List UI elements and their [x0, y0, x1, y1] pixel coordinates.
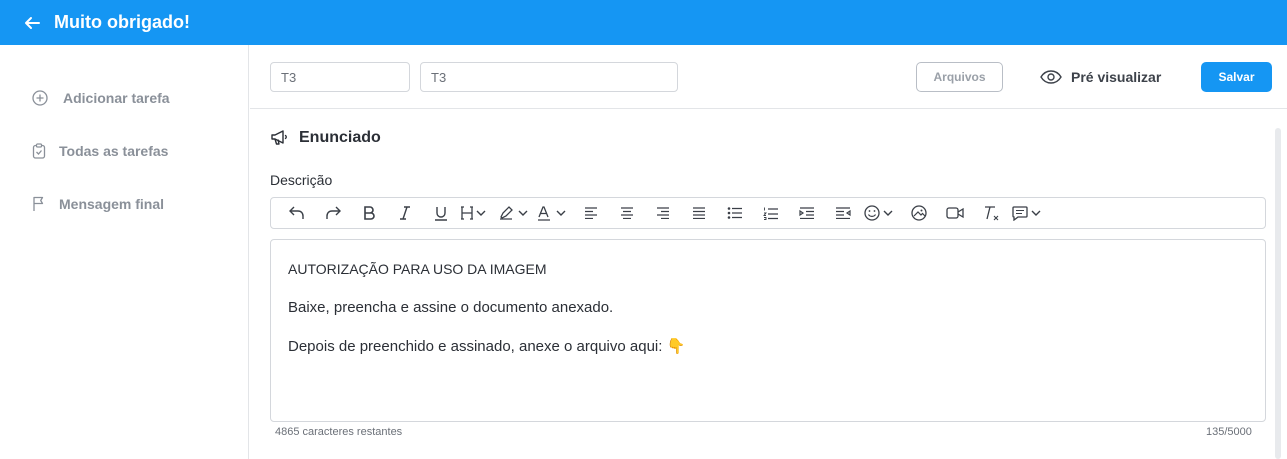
highlight-dropdown-icon[interactable]: [497, 198, 535, 228]
form-toolbar: T3 T3 Arquivos Pré visualizar Salvar: [250, 45, 1287, 109]
bold-icon[interactable]: [351, 198, 387, 228]
comment-dropdown-icon[interactable]: [1009, 198, 1049, 228]
preview-button[interactable]: Pré visualizar: [1040, 62, 1161, 92]
editor-paragraph-text: Depois de preenchido e assinado, anexe o…: [288, 338, 663, 355]
plus-circle-icon: [32, 90, 48, 106]
undo-icon[interactable]: [279, 198, 315, 228]
heading-dropdown-icon[interactable]: [459, 198, 497, 228]
remaining-characters: 4865 caracteres restantes: [275, 426, 403, 438]
top-bar: Muito obrigado!: [0, 0, 1287, 45]
sidebar-item-label: Todas as tarefas: [59, 143, 169, 159]
preview-button-label: Pré visualizar: [1071, 69, 1162, 85]
redo-icon[interactable]: [315, 198, 351, 228]
eye-icon: [1040, 70, 1062, 84]
numbered-list-icon[interactable]: [753, 198, 789, 228]
clear-format-icon[interactable]: [973, 198, 1009, 228]
emoji-dropdown-icon[interactable]: [861, 198, 901, 228]
description-label: Descrição: [270, 172, 333, 188]
image-icon[interactable]: [901, 198, 937, 228]
bullet-list-icon[interactable]: [717, 198, 753, 228]
code-input[interactable]: T3: [270, 62, 410, 92]
text-color-dropdown-icon[interactable]: [535, 198, 573, 228]
code-input-value: T3: [281, 69, 297, 85]
editor-paragraph: AUTORIZAÇÃO PARA USO DA IMAGEM: [288, 261, 547, 277]
clipboard-check-icon: [32, 143, 46, 159]
files-button[interactable]: Arquivos: [916, 62, 1003, 92]
title-input-value: T3: [431, 69, 447, 85]
sidebar-item-final-message[interactable]: Mensagem final: [32, 196, 164, 212]
main-content: T3 T3 Arquivos Pré visualizar Salvar Enu…: [250, 45, 1287, 459]
flag-icon: [33, 196, 44, 211]
underline-icon[interactable]: [423, 198, 459, 228]
align-justify-icon[interactable]: [681, 198, 717, 228]
save-button[interactable]: Salvar: [1201, 62, 1272, 92]
sidebar-item-all-tasks[interactable]: Todas as tarefas: [32, 143, 168, 159]
sidebar-item-label: Adicionar tarefa: [63, 90, 170, 106]
italic-icon[interactable]: [387, 198, 423, 228]
video-icon[interactable]: [937, 198, 973, 228]
indent-icon[interactable]: [789, 198, 825, 228]
outdent-icon[interactable]: [825, 198, 861, 228]
character-count: 135/5000: [1206, 426, 1252, 438]
editor-paragraph: Baixe, preencha e assine o documento ane…: [288, 299, 614, 316]
section-title-text: Enunciado: [299, 129, 381, 146]
rich-text-editor[interactable]: AUTORIZAÇÃO PARA USO DA IMAGEM Baixe, pr…: [270, 239, 1266, 422]
title-input[interactable]: T3: [420, 62, 678, 92]
scrollbar[interactable]: [1275, 128, 1281, 459]
editor-toolbar: [270, 197, 1266, 229]
sidebar-item-label: Mensagem final: [59, 196, 165, 212]
align-right-icon[interactable]: [645, 198, 681, 228]
megaphone-icon: [271, 130, 287, 145]
section-title: Enunciado: [270, 129, 381, 147]
page-title: Muito obrigado!: [54, 12, 190, 32]
back-arrow-icon[interactable]: [24, 14, 42, 32]
sidebar: Adicionar tarefa Todas as tarefas Mensag…: [0, 45, 249, 459]
sidebar-item-add-task[interactable]: Adicionar tarefa: [32, 90, 170, 106]
align-left-icon[interactable]: [573, 198, 609, 228]
align-center-icon[interactable]: [609, 198, 645, 228]
pointing-down-emoji: 👇: [666, 338, 686, 355]
editor-paragraph: Depois de preenchido e assinado, anexe o…: [288, 337, 1248, 357]
